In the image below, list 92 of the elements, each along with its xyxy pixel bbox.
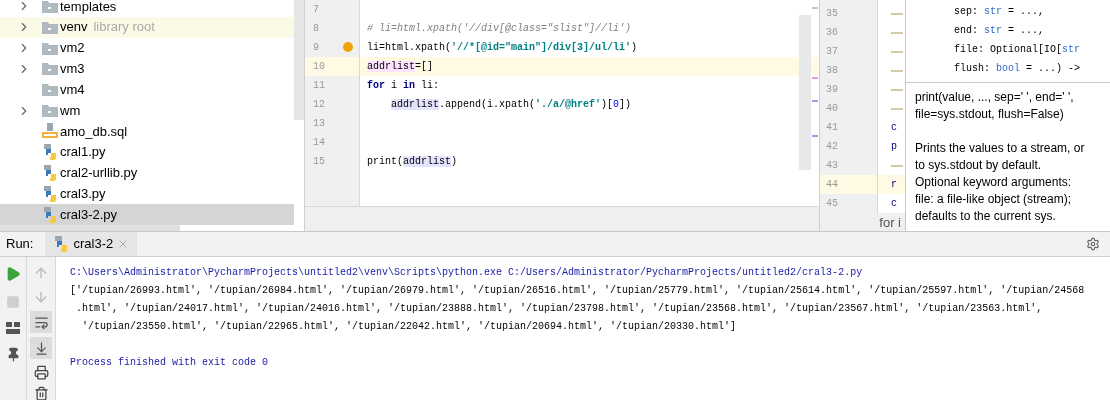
print-icon[interactable] xyxy=(33,365,49,380)
run-tab[interactable]: cral3-2 xyxy=(45,232,138,256)
line-number: 37 xyxy=(826,45,838,59)
code-line: addrlist=[] xyxy=(367,60,434,74)
code-line: p xyxy=(891,140,897,154)
line-number: 39 xyxy=(826,83,838,97)
doc-text: Optional keyword arguments: xyxy=(915,174,1073,191)
line-number: 43 xyxy=(826,159,838,173)
change-marker xyxy=(891,164,903,167)
folder-icon xyxy=(42,83,58,97)
doc-text: Prints the values to a stream, or xyxy=(915,140,1086,157)
folder-icon xyxy=(42,62,58,76)
folder-icon xyxy=(42,20,58,34)
doc-text: file: a file-like object (stream); xyxy=(915,191,1073,208)
code-line: r xyxy=(891,178,897,192)
code-line: c xyxy=(891,197,897,211)
python-file-icon xyxy=(53,236,70,252)
trash-icon[interactable] xyxy=(33,386,49,400)
tree-item[interactable]: vm3 xyxy=(0,58,294,80)
tree-item[interactable]: cral3.py xyxy=(0,183,294,205)
change-marker xyxy=(891,88,903,91)
doc-text: defaults to the current sys. xyxy=(915,208,1057,225)
intention-bulb-icon[interactable] xyxy=(343,42,353,52)
console-line: C:\Users\Administrator\PycharmProjects\untitled2\venv\Scripts\python.exe C:/Users/Administrator/PycharmProjects/untitled2/cral3-2.py xyxy=(70,266,864,280)
console-line: Process finished with exit code 0 xyxy=(70,356,270,370)
tree-item[interactable]: cral1.py xyxy=(0,141,294,163)
folder-icon xyxy=(42,104,58,118)
change-marker xyxy=(891,69,903,72)
line-number: 42 xyxy=(826,140,838,154)
change-marker xyxy=(891,12,903,15)
wrap-icon xyxy=(33,314,49,330)
tree-item[interactable]: amo_db.sql xyxy=(0,120,294,142)
line-number: 45 xyxy=(826,197,838,211)
line-number: 9 xyxy=(313,41,319,55)
console-line: .html', '/tupian/24017.html', '/tupian/24016.html', '/tupian/23888.html', '/tupian/23798.html', '/tupian/23568.html', '/tupian/23567.html', '/tupian/23563.html', xyxy=(75,302,1044,316)
python-file-icon xyxy=(42,165,58,182)
settings-icon[interactable] xyxy=(1086,237,1100,251)
tree-item[interactable]: cral2-urllib.py xyxy=(0,162,294,184)
change-marker xyxy=(891,31,903,34)
run-icon[interactable] xyxy=(5,266,21,282)
scrollbar-thumb[interactable] xyxy=(294,0,304,120)
python-file-icon xyxy=(42,206,58,223)
code-line: for i in li: xyxy=(367,79,440,93)
line-number: 13 xyxy=(313,117,325,131)
horizontal-scrollbar[interactable] xyxy=(0,225,180,232)
sql-file-icon xyxy=(42,123,58,140)
scrollbar-thumb[interactable] xyxy=(799,15,811,170)
tree-item[interactable]: vm2 xyxy=(0,37,294,59)
tree-item[interactable]: templates xyxy=(0,0,294,17)
code-line: # li=html.xpath('//div[@class="slist"]//li') xyxy=(367,22,632,36)
line-number: 38 xyxy=(826,64,838,78)
python-file-icon xyxy=(42,144,58,161)
doc-text: to sys.stdout by default. xyxy=(915,157,1043,174)
scroll-to-end-button[interactable] xyxy=(30,337,52,359)
python-file-icon xyxy=(42,185,58,202)
tree-item[interactable]: cral3-2.py xyxy=(0,204,294,226)
console-line: '/tupian/23550.html', '/tupian/22965.html', '/tupian/22042.html', '/tupian/20694.html', '/tupian/20330.html'] xyxy=(81,320,738,334)
code-line: li=html.xpath('//*[@id="main"]/div[3]/ul/li') xyxy=(367,41,638,55)
down-arrow-icon[interactable] xyxy=(33,289,49,305)
line-number: 35 xyxy=(826,7,838,21)
signature-line: file: Optional[IO[str xyxy=(953,43,1082,57)
line-number: 11 xyxy=(313,79,325,93)
signature-line: flush: bool = ...) -> xyxy=(953,62,1082,76)
tree-item[interactable]: venv library root xyxy=(0,16,294,38)
layout-icon[interactable] xyxy=(6,322,20,334)
line-number: 14 xyxy=(313,136,325,150)
signature-line: end: str = ..., xyxy=(953,24,1046,38)
pin-icon[interactable] xyxy=(5,347,21,362)
line-number: 41 xyxy=(826,121,838,135)
change-marker xyxy=(891,50,903,53)
tree-item[interactable]: wm xyxy=(0,100,294,121)
code-line: c xyxy=(891,121,897,135)
up-arrow-icon[interactable] xyxy=(33,265,49,281)
signature-line: sep: str = ..., xyxy=(953,5,1046,19)
line-number: 44 xyxy=(826,178,838,192)
doc-text: file=sys.stdout, flush=False) xyxy=(915,106,1065,123)
line-number: 12 xyxy=(313,98,325,112)
folder-icon xyxy=(42,41,58,55)
soft-wrap-button[interactable] xyxy=(30,311,52,333)
line-number: 7 xyxy=(313,3,319,17)
console-line: ['/tupian/26993.html', '/tupian/26984.html', '/tupian/26979.html', '/tupian/26516.html', '/tupian/25779.html', '/tupian/25614.html', '/tupian/25597.html', '/tupian/24568 xyxy=(70,284,1086,298)
line-number: 36 xyxy=(826,26,838,40)
doc-text: print(value, ..., sep=' ', end=' ', xyxy=(915,89,1075,106)
line-number: 15 xyxy=(313,155,325,169)
line-number: 10 xyxy=(313,60,325,74)
run-label: Run: xyxy=(5,235,35,254)
code-line: print(addrlist) xyxy=(367,155,458,169)
change-marker xyxy=(891,107,903,110)
line-number: 40 xyxy=(826,102,838,116)
code-line: addrlist.append(i.xpath('./a/@href')[0]) xyxy=(390,98,632,112)
line-number: 8 xyxy=(313,22,319,36)
tree-item[interactable]: vm4 xyxy=(0,79,294,101)
